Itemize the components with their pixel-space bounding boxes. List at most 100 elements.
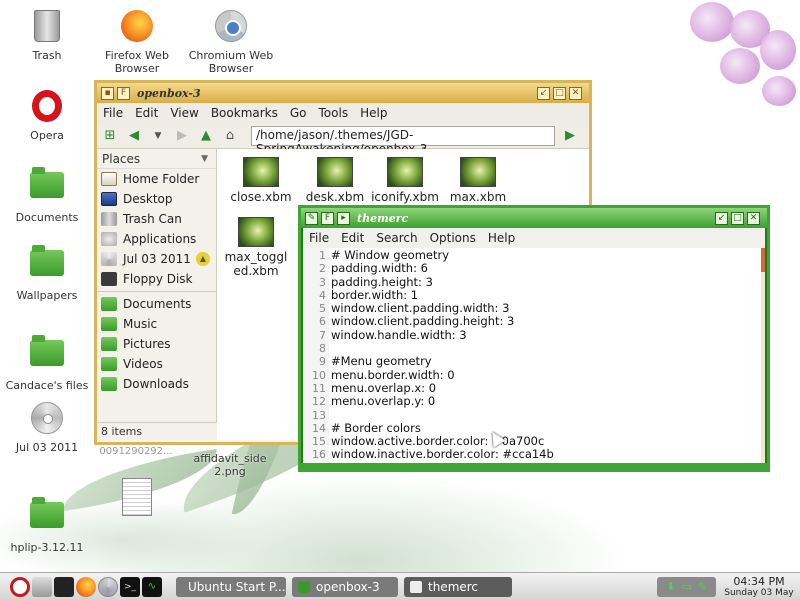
back-arrow-icon[interactable]: ◀	[125, 127, 143, 145]
desktop-icon-documents[interactable]: Documents	[3, 166, 91, 224]
desktop-icon-firefox[interactable]: Firefox Web Browser	[93, 8, 181, 75]
document-thumbnail-icon[interactable]	[122, 478, 152, 516]
minimize-button[interactable]: ↙	[715, 211, 728, 225]
file-item[interactable]: max_toggled.xbm	[221, 217, 291, 278]
close-button[interactable]: ✕	[747, 211, 760, 225]
menu-tools[interactable]: Tools	[319, 106, 349, 120]
chromium-launcher-icon[interactable]	[98, 576, 118, 597]
file-manager-titlebar[interactable]: ▪ F openbox-3 ↙ □ ✕	[97, 83, 589, 103]
scrollbar-thumb[interactable]	[761, 248, 765, 272]
download-icon[interactable]: ⬇	[666, 580, 675, 593]
system-tray: ⬇ ▭ ✎	[657, 576, 716, 597]
up-arrow-icon[interactable]: ▲	[197, 127, 215, 145]
menu-help[interactable]: Help	[488, 231, 515, 245]
desktop-icon-candaces-files[interactable]: Candace's files	[3, 334, 91, 392]
folder-icon	[101, 377, 117, 391]
sidebar-item-music[interactable]: Music	[97, 314, 216, 334]
show-desktop-icon[interactable]	[32, 576, 52, 597]
go-arrow-icon[interactable]: ▶	[561, 127, 579, 145]
folder-icon	[30, 335, 64, 366]
menu-bookmarks[interactable]: Bookmarks	[211, 106, 278, 120]
file-item[interactable]: max.xbm	[438, 157, 518, 204]
desktop-icon-label: Opera	[30, 129, 64, 142]
editor-titlebar[interactable]: ✎ F ▸ themerc ↙ □ ✕	[301, 208, 767, 228]
line-number: 11	[312, 381, 326, 395]
editor-window-handle[interactable]	[301, 463, 767, 469]
file-manager-launcher-icon[interactable]	[54, 576, 74, 597]
task-label: Ubuntu Start P...	[188, 579, 286, 594]
file-label: max_toggled.xbm	[224, 250, 288, 278]
sidebar-item-applications[interactable]: Applications	[97, 229, 216, 249]
desktop-icon-cd[interactable]: Jul 03 2011	[3, 400, 91, 454]
system-monitor-icon[interactable]: ∿	[142, 576, 162, 597]
shade-icon[interactable]: ▸	[337, 211, 350, 225]
maximize-button[interactable]: □	[731, 211, 744, 225]
sidebar-item-documents[interactable]: Documents	[97, 294, 216, 314]
desktop-icon-0091290292[interactable]: 0091290292...	[92, 445, 180, 458]
pin-icon[interactable]: F	[321, 211, 334, 225]
sidebar-item-trash-can[interactable]: Trash Can	[97, 209, 216, 229]
sidebar-item-jul-03-2011[interactable]: Jul 03 2011 ▲	[97, 249, 216, 269]
line-number: 10	[312, 368, 326, 382]
sidebar-item-videos[interactable]: Videos	[97, 354, 216, 374]
home-icon[interactable]: ⌂	[221, 127, 239, 145]
firefox-launcher-icon[interactable]	[76, 576, 96, 597]
code-line: menu.overlap.y: 0	[331, 394, 436, 409]
menu-view[interactable]: View	[170, 106, 198, 120]
desktop-icon-affidavit[interactable]: affidavit_side 2.png	[186, 452, 274, 478]
menu-file[interactable]: File	[103, 106, 123, 120]
window-menu-icon[interactable]: ▪	[101, 86, 114, 100]
sidebar-item-downloads[interactable]: Downloads	[97, 374, 216, 394]
menu-options[interactable]: Options	[430, 231, 476, 245]
file-item[interactable]: iconify.xbm	[365, 157, 445, 204]
sidebar-item-desktop[interactable]: Desktop	[97, 189, 216, 209]
desktop-icon-hplip[interactable]: hplip-3.12.11	[3, 496, 91, 554]
menu-file[interactable]: File	[309, 231, 329, 245]
xbm-file-icon	[238, 217, 274, 247]
code-line: # Window geometry	[331, 248, 450, 262]
forward-arrow-icon[interactable]: ▶	[173, 127, 191, 145]
desktop-icon-trash[interactable]: Trash	[3, 8, 91, 62]
sidebar-item-home-folder[interactable]: Home Folder	[97, 169, 216, 189]
history-dropdown-icon[interactable]: ▼	[149, 127, 167, 145]
task-button-openbox-3[interactable]: openbox-3	[292, 576, 398, 597]
file-manager-menubar: File Edit View Bookmarks Go Tools Help	[97, 103, 589, 123]
battery-icon[interactable]: ▭	[681, 580, 691, 593]
location-input[interactable]: /home/jason/.themes/JGD-SpringAwakening/…	[251, 125, 555, 156]
sidebar-item-pictures[interactable]: Pictures	[97, 334, 216, 354]
chromium-icon	[215, 10, 247, 42]
desktop-icon-opera[interactable]: Opera	[3, 88, 91, 142]
trash-icon	[34, 10, 60, 42]
task-button-ubuntu-start[interactable]: Ubuntu Start P...	[176, 576, 286, 597]
menu-help[interactable]: Help	[360, 106, 387, 120]
desktop-icon-wallpapers[interactable]: Wallpapers	[3, 244, 91, 302]
new-tab-icon[interactable]: ⊞	[101, 127, 119, 145]
terminal-icon[interactable]: >_	[120, 576, 140, 597]
pen-icon[interactable]: ✎	[698, 580, 707, 593]
menu-go[interactable]: Go	[290, 106, 307, 120]
line-number: 12	[312, 395, 326, 409]
text-editor-window[interactable]: ✎ F ▸ themerc ↙ □ ✕ File Edit Search Opt…	[298, 205, 770, 472]
places-header[interactable]: Places ▼	[97, 149, 216, 169]
power-icon[interactable]	[10, 576, 30, 597]
menu-search[interactable]: Search	[376, 231, 417, 245]
file-item[interactable]: close.xbm	[221, 157, 301, 204]
file-item[interactable]: desk.xbm	[295, 157, 375, 204]
taskbar-panel: >_ ∿ Ubuntu Start P... openbox-3 themerc…	[0, 572, 800, 600]
vertical-scrollbar[interactable]	[761, 248, 765, 469]
menu-edit[interactable]: Edit	[135, 106, 158, 120]
eject-icon[interactable]: ▲	[196, 252, 210, 266]
task-button-themerc[interactable]: themerc	[404, 576, 512, 597]
maximize-button[interactable]: □	[553, 86, 566, 100]
edit-icon[interactable]: ✎	[305, 211, 318, 225]
close-button[interactable]: ✕	[569, 86, 582, 100]
desktop-icon-chromium[interactable]: Chromium Web Browser	[187, 8, 275, 75]
clock[interactable]: 04:34 PM Sunday 03 May	[722, 575, 796, 599]
chevron-down-icon[interactable]: ▼	[201, 154, 208, 164]
code-lines[interactable]: # Window geometry padding.width: 6 paddi…	[329, 248, 761, 469]
minimize-button[interactable]: ↙	[537, 86, 550, 100]
pin-icon[interactable]: F	[117, 86, 130, 100]
menu-edit[interactable]: Edit	[341, 231, 364, 245]
sidebar-item-floppy-disk[interactable]: Floppy Disk	[97, 269, 216, 289]
editor-text-area[interactable]: 1 2 3 4 5 6 7 8 9 10 11 12 13 14 15 16 #…	[301, 248, 767, 469]
